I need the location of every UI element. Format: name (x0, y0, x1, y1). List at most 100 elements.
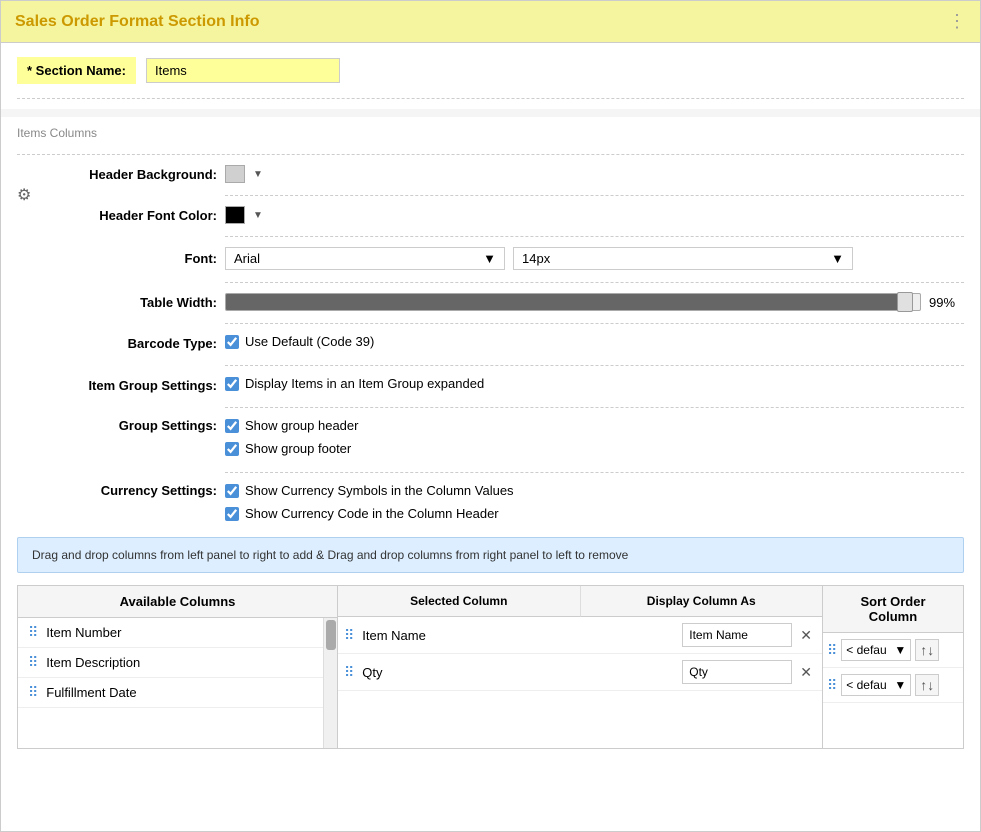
dnd-info-box: Drag and drop columns from left panel to… (17, 537, 964, 573)
selected-item-name: Qty (358, 665, 678, 680)
currency-settings-row: Currency Settings: Show Currency Symbols… (47, 483, 964, 525)
barcode-type-text: Use Default (Code 39) (245, 334, 374, 349)
currency-code-text: Show Currency Code in the Column Header (245, 506, 499, 521)
available-item-label: Fulfillment Date (46, 685, 136, 700)
gear-button[interactable]: ⚙ (17, 185, 31, 205)
sort-rows: ⠿ < defau ▼ ↑↓ ⠿ < defau ▼ (823, 633, 963, 703)
header-background-swatch[interactable] (225, 165, 245, 183)
section-name-row: * Section Name: (17, 57, 964, 84)
header-font-color-label: Header Font Color: (47, 208, 217, 223)
section-name-label: * Section Name: (17, 57, 136, 84)
item-group-text: Display Items in an Item Group expanded (245, 376, 484, 391)
available-columns-list[interactable]: ⠿ Item Number ⠿ Item Description ⠿ Fulfi… (18, 618, 323, 748)
display-as-input[interactable] (682, 623, 792, 647)
page-title: Sales Order Format Section Info (15, 13, 260, 31)
columns-area: Available Columns ⠿ Item Number ⠿ Item D… (17, 585, 964, 749)
font-label: Font: (47, 251, 217, 266)
drag-handle-icon: ⠿ (344, 627, 354, 644)
slider-container: 99% (225, 293, 964, 311)
barcode-type-checkbox[interactable] (225, 335, 239, 349)
sort-order-header: Sort Order Column (823, 586, 963, 633)
remove-button[interactable]: ✕ (796, 625, 816, 646)
list-item[interactable]: ⠿ Item Description (18, 648, 323, 678)
remove-button[interactable]: ✕ (796, 662, 816, 683)
header-background-dropdown[interactable]: ▼ (253, 169, 263, 180)
drag-handle-icon: ⠿ (28, 684, 38, 701)
group-header-row: Show group header (225, 418, 358, 433)
display-as-input[interactable] (682, 660, 792, 684)
header-font-color-row: Header Font Color: ▼ (47, 206, 964, 224)
main-window: Sales Order Format Section Info ⋮ * Sect… (0, 0, 981, 832)
group-settings-checkboxes: Show group header Show group footer (225, 418, 358, 460)
drag-handle-icon: ⠿ (28, 654, 38, 671)
item-group-checkbox[interactable] (225, 377, 239, 391)
font-size-select[interactable]: 14px ▼ (513, 247, 853, 270)
drag-handle-icon: ⠿ (28, 624, 38, 641)
sort-row: ⠿ < defau ▼ ↑↓ (823, 668, 963, 703)
items-columns-header: Items Columns (17, 126, 97, 140)
header-background-row: Header Background: ▼ (47, 165, 964, 183)
selected-panel: Selected Column Display Column As ⠿ Item… (338, 586, 823, 748)
font-row: Font: Arial ▼ 14px ▼ (47, 247, 964, 270)
more-options-icon[interactable]: ⋮ (948, 11, 966, 32)
show-group-footer-text: Show group footer (245, 441, 351, 456)
available-scrollbar[interactable] (323, 618, 337, 748)
sort-order-button[interactable]: ↑↓ (915, 674, 939, 696)
currency-code-checkbox[interactable] (225, 507, 239, 521)
font-dropdown-icon: ▼ (483, 251, 496, 266)
currency-symbols-row: Show Currency Symbols in the Column Valu… (225, 483, 514, 498)
sort-dropdown-icon: ▼ (894, 678, 906, 692)
font-size-value: 14px (522, 251, 550, 266)
list-item[interactable]: ⠿ Item Number (18, 618, 323, 648)
barcode-checkbox-row: Use Default (Code 39) (225, 334, 374, 349)
show-group-header-checkbox[interactable] (225, 419, 239, 433)
selected-row: ⠿ Qty ✕ (338, 654, 822, 691)
font-value: Arial (234, 251, 260, 266)
header-background-label: Header Background: (47, 167, 217, 182)
currency-symbols-text: Show Currency Symbols in the Column Valu… (245, 483, 514, 498)
list-item[interactable]: ⠿ Fulfillment Date (18, 678, 323, 708)
item-group-label: Item Group Settings: (47, 378, 217, 393)
header-font-color-dropdown[interactable]: ▼ (253, 210, 263, 221)
selected-rows: ⠿ Item Name ✕ ⠿ Qty ✕ (338, 617, 822, 691)
display-column-header: Display Column As (581, 586, 823, 617)
font-size-dropdown-icon: ▼ (831, 251, 844, 266)
header-font-color-swatch[interactable] (225, 206, 245, 224)
sort-select[interactable]: < defau ▼ (841, 674, 911, 696)
group-settings-label: Group Settings: (47, 418, 217, 433)
item-group-checkbox-row: Display Items in an Item Group expanded (225, 376, 484, 391)
available-panel: Available Columns ⠿ Item Number ⠿ Item D… (18, 586, 338, 748)
barcode-type-label: Barcode Type: (47, 336, 217, 351)
sort-row: ⠿ < defau ▼ ↑↓ (823, 633, 963, 668)
currency-symbols-checkbox[interactable] (225, 484, 239, 498)
sort-dropdown-icon: ▼ (894, 643, 906, 657)
show-group-header-text: Show group header (245, 418, 358, 433)
font-select[interactable]: Arial ▼ (225, 247, 505, 270)
table-width-value: 99% (929, 295, 964, 310)
available-columns-header: Available Columns (18, 586, 337, 618)
group-settings-row: Group Settings: Show group header Show g… (47, 418, 964, 460)
selected-row: ⠿ Item Name ✕ (338, 617, 822, 654)
main-content: * Section Name: Items Columns ⚙ Header B… (1, 43, 980, 831)
group-footer-row: Show group footer (225, 441, 358, 456)
settings-area: ⚙ Header Background: ▼ Header Font Color… (17, 165, 964, 525)
table-width-slider[interactable] (225, 293, 921, 311)
sort-order-button[interactable]: ↑↓ (915, 639, 939, 661)
sort-order-panel: Sort Order Column ⠿ < defau ▼ ↑↓ ⠿ (823, 586, 963, 748)
currency-checkboxes: Show Currency Symbols in the Column Valu… (225, 483, 514, 525)
sort-select[interactable]: < defau ▼ (841, 639, 911, 661)
currency-code-row: Show Currency Code in the Column Header (225, 506, 514, 521)
currency-settings-label: Currency Settings: (47, 483, 217, 498)
available-panel-content: ⠿ Item Number ⠿ Item Description ⠿ Fulfi… (18, 618, 337, 748)
available-item-label: Item Number (46, 625, 121, 640)
selected-item-name: Item Name (358, 628, 678, 643)
drag-handle-icon: ⠿ (827, 642, 837, 659)
barcode-type-row: Barcode Type: Use Default (Code 39) (47, 334, 964, 353)
section-name-input[interactable] (146, 58, 340, 83)
selected-col-headers: Selected Column Display Column As (338, 586, 822, 617)
table-width-row: Table Width: 99% (47, 293, 964, 311)
dnd-info-text: Drag and drop columns from left panel to… (32, 548, 628, 562)
sort-value: < defau (846, 678, 886, 692)
drag-handle-icon: ⠿ (344, 664, 354, 681)
show-group-footer-checkbox[interactable] (225, 442, 239, 456)
